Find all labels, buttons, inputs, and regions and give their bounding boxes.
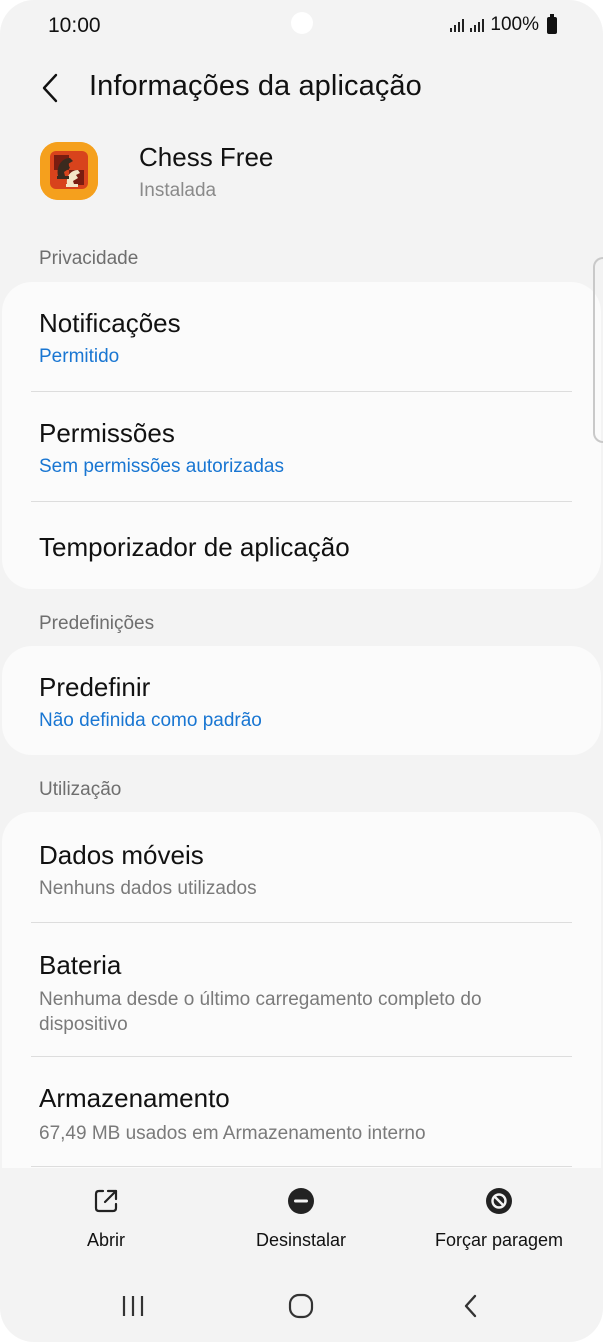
row-title: Temporizador de aplicação bbox=[39, 532, 350, 562]
bottom-action-bar: Abrir Desinstalar Forçar paragem bbox=[0, 1168, 603, 1268]
signal-icon bbox=[450, 18, 465, 32]
divider bbox=[31, 1166, 572, 1167]
minus-circle-icon bbox=[288, 1188, 314, 1214]
status-indicators: 100% bbox=[450, 13, 557, 36]
app-summary: Chess Free Instalada bbox=[0, 136, 603, 216]
back-button[interactable] bbox=[30, 68, 70, 108]
defaults-card: Predefinir Não definida como padrão bbox=[2, 646, 601, 755]
row-subtitle: Nenhuns dados utilizados bbox=[39, 878, 257, 899]
status-bar: 10:00 100% bbox=[0, 0, 603, 56]
battery-percent: 100% bbox=[490, 14, 539, 35]
open-label: Abrir bbox=[86, 1230, 125, 1250]
row-subtitle: Não definida como padrão bbox=[39, 710, 262, 731]
row-title: Permissões bbox=[39, 418, 175, 448]
recents-icon bbox=[122, 1296, 144, 1316]
row-title: Notificações bbox=[39, 308, 181, 338]
permissions-row[interactable]: Permissões Sem permissões autorizadas bbox=[2, 392, 601, 502]
section-label-privacy: Privacidade bbox=[39, 248, 139, 269]
force-stop-button[interactable]: Forçar paragem bbox=[418, 1168, 580, 1268]
set-default-row[interactable]: Predefinir Não definida como padrão bbox=[2, 646, 601, 755]
recents-button[interactable] bbox=[113, 1288, 153, 1324]
usage-card: Dados móveis Nenhuns dados utilizados Ba… bbox=[2, 812, 601, 1168]
app-icon bbox=[40, 142, 98, 200]
nav-back-button[interactable] bbox=[451, 1288, 491, 1324]
row-title: Dados móveis bbox=[39, 840, 204, 870]
row-subtitle: Sem permissões autorizadas bbox=[39, 456, 284, 477]
storage-row[interactable]: Armazenamento 67,49 MB usados em Armazen… bbox=[2, 1057, 601, 1168]
system-nav-bar bbox=[0, 1268, 603, 1342]
row-title: Predefinir bbox=[39, 672, 151, 702]
battery-row[interactable]: Bateria Nenhuma desde o último carregame… bbox=[2, 923, 601, 1057]
open-button[interactable]: Abrir bbox=[60, 1168, 152, 1268]
row-title: Armazenamento bbox=[39, 1083, 230, 1113]
battery-icon bbox=[547, 13, 557, 34]
notifications-row[interactable]: Notificações Permitido bbox=[2, 282, 601, 392]
home-button[interactable] bbox=[281, 1288, 321, 1324]
app-name: Chess Free bbox=[139, 142, 274, 172]
signal-icon-2 bbox=[470, 18, 485, 32]
privacy-card: Notificações Permitido Permissões Sem pe… bbox=[2, 282, 601, 589]
uninstall-label: Desinstalar bbox=[255, 1230, 347, 1250]
back-icon bbox=[464, 1294, 477, 1318]
home-icon bbox=[288, 1293, 314, 1319]
status-time: 10:00 bbox=[48, 14, 101, 37]
uninstall-button[interactable]: Desinstalar bbox=[236, 1168, 366, 1268]
row-subtitle: 67,49 MB usados em Armazenamento interno bbox=[39, 1123, 426, 1144]
app-timer-row[interactable]: Temporizador de aplicação bbox=[2, 502, 601, 589]
force-stop-label: Forçar paragem bbox=[434, 1230, 564, 1250]
open-external-icon bbox=[94, 1189, 118, 1213]
section-label-defaults: Predefinições bbox=[39, 613, 155, 634]
app-install-status: Instalada bbox=[139, 180, 217, 201]
phone-screen: 10:00 100% Informações da aplicação Ches… bbox=[0, 0, 603, 1342]
mobile-data-row[interactable]: Dados móveis Nenhuns dados utilizados bbox=[2, 812, 601, 923]
app-bar: Informações da aplicação bbox=[0, 60, 603, 116]
stop-circle-icon bbox=[486, 1188, 512, 1214]
section-label-usage: Utilização bbox=[39, 779, 122, 800]
back-arrow-icon bbox=[42, 73, 58, 103]
row-title: Bateria bbox=[39, 950, 122, 980]
camera-cutout bbox=[291, 12, 313, 34]
page-title: Informações da aplicação bbox=[89, 70, 422, 102]
scrollbar[interactable] bbox=[593, 257, 603, 443]
row-subtitle: Nenhuma desde o último carregamento comp… bbox=[39, 989, 482, 1035]
row-subtitle: Permitido bbox=[39, 346, 120, 367]
